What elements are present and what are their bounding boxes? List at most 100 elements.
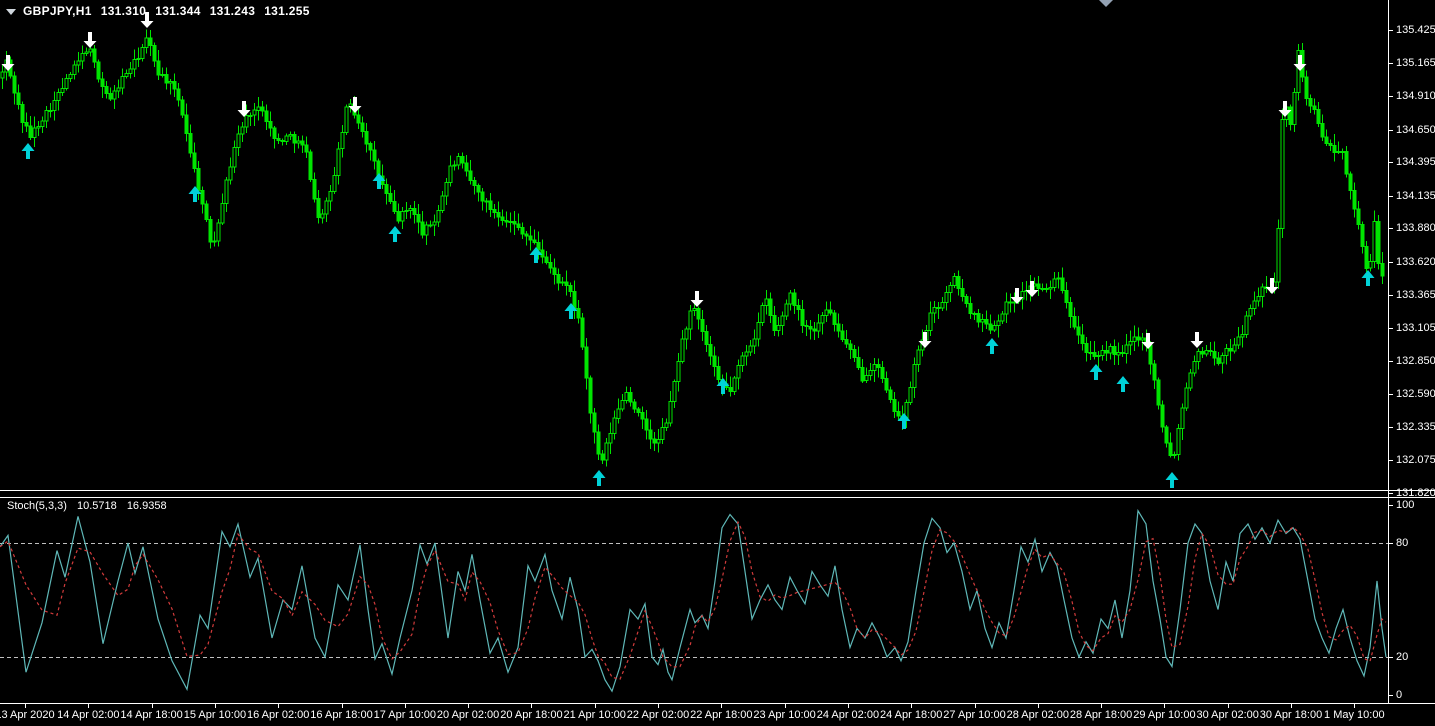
stoch-tick-label: 20 [1396,651,1408,663]
chart-header: GBPJPY,H1 131.310 131.344 131.243 131.25… [6,4,319,18]
price-tick-label: 135.425 [1396,24,1435,36]
time-tick-mark [595,704,596,708]
stoch-tick-mark [1389,543,1393,544]
down-arrow-signal [238,101,251,117]
time-tick-mark [1164,704,1165,708]
ohlc-open: 131.310 [101,4,146,18]
time-tick-label: 13 Apr 2020 [0,709,55,721]
time-tick-label: 22 Apr 18:00 [690,709,752,721]
stoch-tick-mark [1389,657,1393,658]
price-tick-mark [1389,328,1393,329]
price-tick-label: 133.365 [1396,289,1435,301]
time-tick-mark [342,704,343,708]
chart-plot-area[interactable] [0,0,1435,726]
time-tick-label: 21 Apr 10:00 [563,709,625,721]
panel-separator-line[interactable] [0,497,1435,498]
time-tick-mark [152,704,153,708]
down-arrow-signal [1191,332,1204,348]
down-arrow-signal [691,291,704,307]
price-axis-line[interactable] [1388,0,1389,703]
time-tick-mark [848,704,849,708]
time-tick-mark [721,704,722,708]
price-tick-label: 134.135 [1396,190,1435,202]
time-tick-label: 29 Apr 10:00 [1133,709,1195,721]
price-tick-mark [1389,30,1393,31]
ohlc-low: 131.243 [210,4,255,18]
symbol-dropdown-icon[interactable] [6,9,16,15]
stoch-signal-line [0,522,1386,679]
stoch-tick-label: 80 [1396,537,1408,549]
time-tick-label: 15 Apr 10:00 [184,709,246,721]
price-tick-mark [1389,162,1393,163]
time-tick-label: 28 Apr 02:00 [1007,709,1069,721]
mt4-chart-window: GBPJPY,H1 131.310 131.344 131.243 131.25… [0,0,1435,726]
indicator-name: Stoch(5,3,3) [7,500,67,512]
time-tick-mark [1101,704,1102,708]
time-tick-mark [215,704,216,708]
candlesticks-layer [1,30,1384,467]
panel-separator-line[interactable] [0,490,1435,491]
price-tick-mark [1389,196,1393,197]
time-tick-label: 16 Apr 18:00 [310,709,372,721]
stoch-tick-mark [1389,505,1393,506]
price-tick-label: 133.620 [1396,256,1435,268]
up-arrow-signal [530,247,543,263]
time-tick-label: 20 Apr 02:00 [437,709,499,721]
time-tick-label: 14 Apr 02:00 [57,709,119,721]
chart-canvas [0,0,1435,726]
time-tick-label: 16 Apr 02:00 [247,709,309,721]
price-tick-mark [1389,427,1393,428]
indicator-label: Stoch(5,3,3) 10.5718 16.9358 [7,500,174,512]
up-arrow-signal [373,173,386,189]
price-tick-label: 132.590 [1396,388,1435,400]
price-tick-mark [1389,228,1393,229]
time-tick-mark [1038,704,1039,708]
price-tick-label: 132.335 [1396,421,1435,433]
price-tick-mark [1389,460,1393,461]
price-tick-label: 134.395 [1396,156,1435,168]
up-arrow-signal [1090,364,1103,380]
price-tick-mark [1389,262,1393,263]
price-tick-label: 132.075 [1396,454,1435,466]
time-tick-label: 20 Apr 18:00 [500,709,562,721]
symbol-period-label: GBPJPY,H1 [23,4,92,18]
stochastic-layer [0,511,1388,692]
time-tick-label: 14 Apr 18:00 [120,709,182,721]
price-tick-mark [1389,63,1393,64]
stoch-tick-mark [1389,695,1393,696]
indicator-signal-value: 16.9358 [127,500,167,512]
price-tick-mark [1389,295,1393,296]
price-tick-label: 135.165 [1396,57,1435,69]
time-tick-label: 27 Apr 10:00 [943,709,1005,721]
down-arrow-signal [1294,55,1307,71]
price-tick-label: 134.650 [1396,124,1435,136]
down-arrow-signal [919,332,932,348]
indicator-main-value: 10.5718 [77,500,117,512]
time-tick-mark [1228,704,1229,708]
price-tick-mark [1389,394,1393,395]
time-tick-label: 28 Apr 18:00 [1070,709,1132,721]
up-arrow-signal [389,226,402,242]
time-tick-mark [468,704,469,708]
time-tick-mark [278,704,279,708]
ohlc-high: 131.344 [155,4,200,18]
time-tick-label: 24 Apr 02:00 [817,709,879,721]
ohlc-close: 131.255 [264,4,309,18]
up-arrow-signal [22,143,35,159]
down-arrow-signal [2,55,15,71]
price-tick-mark [1389,96,1393,97]
time-tick-label: 30 Apr 02:00 [1196,709,1258,721]
chart-shift-marker-icon[interactable] [1099,0,1113,7]
price-tick-label: 132.850 [1396,355,1435,367]
price-tick-label: 131.820 [1396,487,1435,499]
price-tick-label: 134.910 [1396,90,1435,102]
price-tick-mark [1389,361,1393,362]
time-tick-label: 17 Apr 10:00 [374,709,436,721]
stoch-tick-label: 100 [1396,499,1414,511]
price-tick-label: 133.880 [1396,222,1435,234]
time-tick-mark [531,704,532,708]
time-tick-label: 22 Apr 02:00 [627,709,689,721]
time-tick-mark [785,704,786,708]
up-arrow-signal [986,338,999,354]
time-tick-label: 1 May 10:00 [1324,709,1385,721]
